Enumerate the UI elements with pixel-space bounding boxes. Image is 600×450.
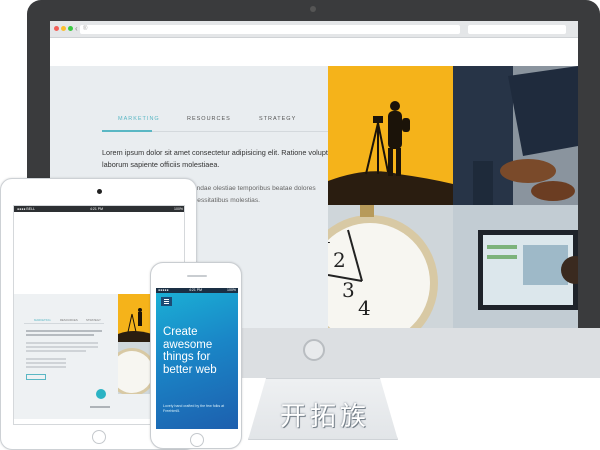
address-bar[interactable]: ® xyxy=(80,25,460,34)
active-tab-indicator xyxy=(102,130,152,132)
hero-subtext: Lovely hand crafted by the few folks at … xyxy=(163,404,225,413)
back-arrow-icon[interactable]: ‹ xyxy=(75,24,78,33)
svg-text:2: 2 xyxy=(333,248,346,272)
phone-device: ●●●●● 4:21 PM 100% Create awesome things… xyxy=(150,262,242,449)
power-button-icon xyxy=(303,339,325,361)
tab-marketing[interactable]: MARKETING xyxy=(118,116,160,122)
hamburger-menu-icon[interactable] xyxy=(161,297,172,306)
tablet-time: 4:21 PM xyxy=(90,207,104,211)
tablet-tab-marketing[interactable]: MARKETING xyxy=(34,318,51,322)
hero-headline: Create awesome things for better web xyxy=(163,326,217,376)
phone-battery: 100% xyxy=(227,288,236,292)
browser-chrome: ‹ ® xyxy=(50,21,578,38)
tablet-camera-icon xyxy=(97,189,102,194)
phone-speaker-icon xyxy=(187,275,207,277)
intro-paragraph: Lorem ipsum dolor sit amet consectetur a… xyxy=(102,148,339,169)
camera-icon xyxy=(310,6,316,12)
tablet-status-bar: ●●●● BELL 4:21 PM 100% xyxy=(14,206,184,212)
tab-strategy[interactable]: STRATEGY xyxy=(259,116,296,122)
photo-computer xyxy=(453,205,578,328)
phone-status-bar: ●●●●● 4:21 PM 100% xyxy=(156,288,238,293)
tablet-tab-resources[interactable]: RESOURCES xyxy=(60,318,78,322)
watermark-logo: 开拓族 xyxy=(279,402,370,432)
tablet-tab-strategy[interactable]: STRATEGY xyxy=(86,318,101,322)
phone-home-button xyxy=(190,433,204,447)
phone-screen: ●●●●● 4:21 PM 100% Create awesome things… xyxy=(156,288,238,429)
photo-clock: 2 3 1 4 xyxy=(328,205,453,328)
tab-resources[interactable]: RESOURCES xyxy=(187,116,231,122)
phone-signal: ●●●●● xyxy=(158,288,169,292)
phone-time: 4:21 PM xyxy=(189,288,203,292)
tablet-more-button[interactable] xyxy=(26,374,46,380)
tab-list: MARKETING RESOURCES STRATEGY xyxy=(102,116,337,132)
tablet-carrier: ●●●● BELL xyxy=(17,207,35,211)
svg-text:3: 3 xyxy=(342,278,355,302)
photo-shoes xyxy=(453,66,578,205)
tablet-tab-list: MARKETING RESOURCES STRATEGY xyxy=(24,318,104,324)
tablet-battery: 100% xyxy=(174,207,183,211)
tablet-photo-clock xyxy=(108,342,156,396)
tablet-home-button xyxy=(92,430,106,444)
tablet-photo-photographer xyxy=(118,294,152,342)
svg-text:4: 4 xyxy=(358,296,371,320)
tablet-play-icon[interactable] xyxy=(96,389,106,399)
browser-search-bar[interactable] xyxy=(468,25,566,34)
close-dot-icon[interactable] xyxy=(54,26,59,31)
photo-photographer xyxy=(328,66,453,205)
minimize-dot-icon[interactable] xyxy=(61,26,66,31)
svg-text:1: 1 xyxy=(328,224,333,248)
maximize-dot-icon[interactable] xyxy=(68,26,73,31)
site-header xyxy=(50,38,578,66)
